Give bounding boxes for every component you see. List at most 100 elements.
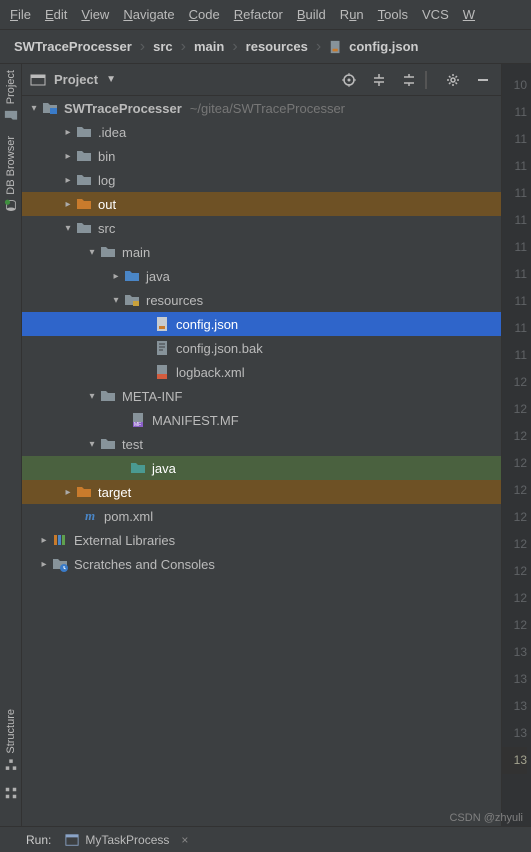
tree-item-pom[interactable]: mpom.xml [22, 504, 501, 528]
expand-arrow-icon[interactable]: ▸ [38, 535, 50, 546]
expand-arrow-icon[interactable]: ▾ [86, 439, 98, 450]
maven-icon: m [82, 508, 98, 524]
expand-arrow-icon[interactable]: ▸ [110, 271, 122, 282]
expand-arrow-icon[interactable]: ▸ [62, 199, 74, 210]
libraries-icon [52, 532, 68, 548]
expand-arrow-icon[interactable]: ▸ [62, 151, 74, 162]
tree-item-config-json[interactable]: config.json [22, 312, 501, 336]
expand-all-button[interactable] [369, 70, 389, 90]
favorites-icon[interactable] [4, 786, 18, 800]
project-selector[interactable]: Project ▼ [30, 72, 116, 88]
line-number: 11 [502, 153, 527, 180]
line-number: 13 [502, 639, 527, 666]
menu-refactor[interactable]: Refactor [234, 7, 283, 22]
expand-arrow-icon[interactable]: ▾ [62, 223, 74, 234]
expand-arrow-icon[interactable]: ▾ [86, 391, 98, 402]
menu-vcs[interactable]: VCS [422, 7, 449, 22]
manifest-file-icon: MF [130, 412, 146, 428]
dropdown-arrow-icon: ▼ [106, 74, 116, 85]
tree-item-java-main[interactable]: ▸java [22, 264, 501, 288]
line-number: 11 [502, 315, 527, 342]
line-number: 12 [502, 423, 527, 450]
tree-item-manifest[interactable]: MFMANIFEST.MF [22, 408, 501, 432]
line-number: 12 [502, 504, 527, 531]
module-icon [42, 100, 58, 116]
excluded-folder-icon [76, 196, 92, 212]
hide-button[interactable] [473, 70, 493, 90]
folder-icon [76, 220, 92, 236]
line-number: 12 [502, 396, 527, 423]
expand-arrow-icon[interactable]: ▸ [62, 487, 74, 498]
target-icon [341, 72, 357, 88]
line-number: 11 [502, 261, 527, 288]
crumb-project[interactable]: SWTraceProcesser [10, 39, 136, 54]
settings-button[interactable] [443, 70, 463, 90]
line-number: 12 [502, 531, 527, 558]
close-icon[interactable]: × [181, 833, 188, 847]
menu-view[interactable]: View [81, 7, 109, 22]
folder-icon [100, 388, 116, 404]
tree-item-idea[interactable]: ▸.idea [22, 120, 501, 144]
tree-item-log[interactable]: ▸log [22, 168, 501, 192]
crumb-file[interactable]: config.json [325, 39, 422, 54]
collapse-all-button[interactable] [399, 70, 419, 90]
tree-item-test[interactable]: ▾test [22, 432, 501, 456]
json-file-icon [154, 316, 170, 332]
tree-item-bin[interactable]: ▸bin [22, 144, 501, 168]
menu-tools[interactable]: Tools [378, 7, 408, 22]
menu-run[interactable]: Run [340, 7, 364, 22]
tree-item-java-test[interactable]: java [22, 456, 501, 480]
expand-arrow-icon[interactable]: ▸ [38, 559, 50, 570]
tree-item-main[interactable]: ▾main [22, 240, 501, 264]
crumb-sep-icon: › [232, 38, 237, 56]
tree-item-resources[interactable]: ▾resources [22, 288, 501, 312]
menu-window[interactable]: W [463, 7, 475, 22]
text-file-icon [154, 340, 170, 356]
line-number: 11 [502, 234, 527, 261]
expand-arrow-icon[interactable]: ▸ [62, 127, 74, 138]
expand-arrow-icon[interactable]: ▾ [28, 103, 40, 114]
structure-icon [4, 758, 18, 772]
expand-arrow-icon[interactable]: ▸ [62, 175, 74, 186]
tree-item-src[interactable]: ▾src [22, 216, 501, 240]
tree-item-logback[interactable]: logback.xml [22, 360, 501, 384]
rail-structure[interactable]: Structure [4, 709, 18, 772]
expand-arrow-icon[interactable]: ▾ [110, 295, 122, 306]
crumb-main[interactable]: main [190, 39, 228, 54]
resources-folder-icon [124, 292, 140, 308]
menu-file[interactable]: File [10, 7, 31, 22]
crumb-resources[interactable]: resources [242, 39, 312, 54]
watermark: CSDN @zhyuli [449, 812, 523, 824]
menu-navigate[interactable]: Navigate [123, 7, 174, 22]
menu-build[interactable]: Build [297, 7, 326, 22]
line-number: 12 [502, 558, 527, 585]
rail-project[interactable]: Project [4, 70, 18, 122]
run-tab[interactable]: MyTaskProcess × [65, 833, 188, 847]
tree-item-target[interactable]: ▸target [22, 480, 501, 504]
line-number: 13 [502, 720, 527, 747]
run-label: Run: [26, 833, 51, 847]
locate-button[interactable] [339, 70, 359, 90]
crumb-sep-icon: › [316, 38, 321, 56]
line-number: 11 [502, 207, 527, 234]
menu-code[interactable]: Code [189, 7, 220, 22]
xml-file-icon [154, 364, 170, 380]
tree-item-out[interactable]: ▸out [22, 192, 501, 216]
rail-db-browser[interactable]: DB Browser [4, 136, 18, 213]
tree-item-config-bak[interactable]: config.json.bak [22, 336, 501, 360]
crumb-sep-icon: › [140, 38, 145, 56]
expand-arrow-icon[interactable]: ▾ [86, 247, 98, 258]
folder-icon [100, 244, 116, 260]
line-number: 11 [502, 342, 527, 369]
editor-gutter: 10 11 11 11 11 11 11 11 11 11 11 12 12 1… [501, 64, 531, 826]
line-number: 11 [502, 126, 527, 153]
tree-item-external-libs[interactable]: ▸External Libraries [22, 528, 501, 552]
tree-item-metainf[interactable]: ▾META-INF [22, 384, 501, 408]
tree-item-scratches[interactable]: ▸Scratches and Consoles [22, 552, 501, 576]
menu-edit[interactable]: Edit [45, 7, 67, 22]
line-number: 12 [502, 477, 527, 504]
tree-root[interactable]: ▾ SWTraceProcesser ~/gitea/SWTraceProces… [22, 96, 501, 120]
project-tree[interactable]: ▾ SWTraceProcesser ~/gitea/SWTraceProces… [22, 96, 501, 826]
crumb-src[interactable]: src [149, 39, 177, 54]
svg-text:MF: MF [134, 422, 141, 428]
